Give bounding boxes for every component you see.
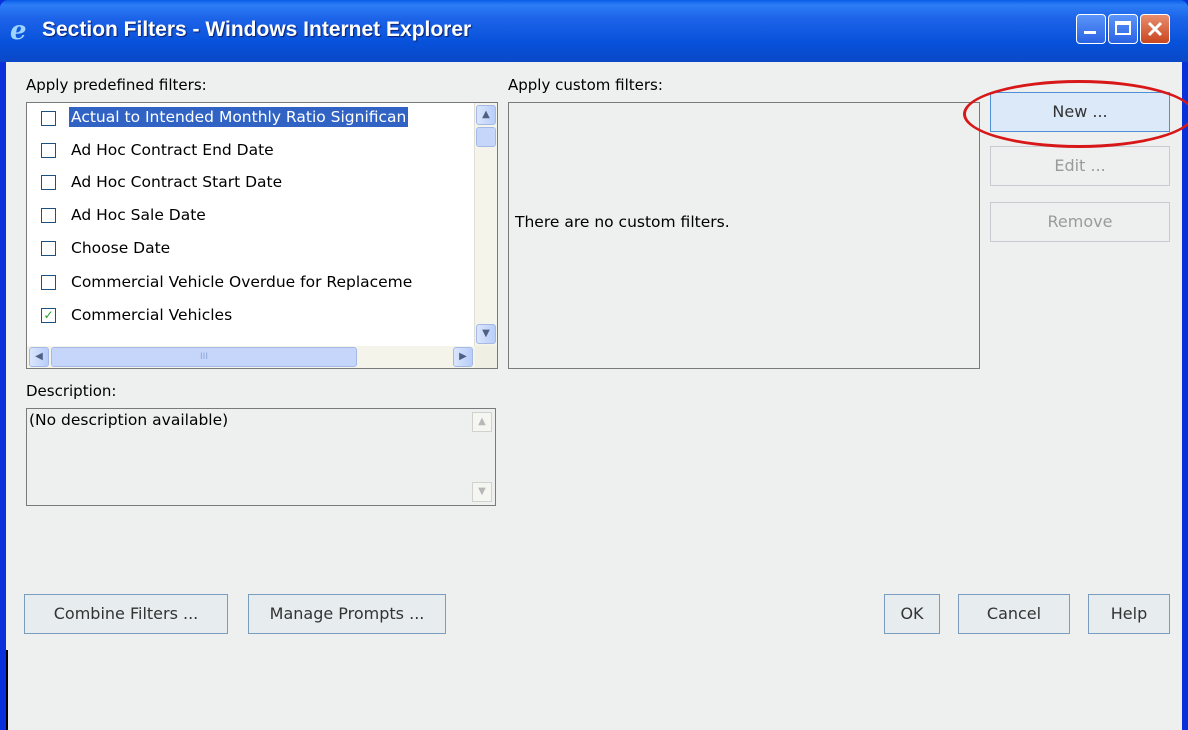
predefined-filters-list[interactable]: Actual to Intended Monthly Ratio Signifi…	[26, 102, 498, 369]
close-icon	[1147, 21, 1163, 37]
list-item[interactable]: ✓ Commercial Vehicles	[27, 300, 473, 332]
window-title: Section Filters - Windows Internet Explo…	[42, 18, 472, 41]
list-item[interactable]: Ad Hoc Sale Date	[27, 200, 473, 232]
scroll-up-icon[interactable]: ▲	[476, 105, 496, 125]
list-item[interactable]: Ad Hoc Contract Start Date	[27, 167, 473, 199]
vertical-scrollbar[interactable]: ▲ ▼	[474, 103, 497, 346]
predefined-filters-label: Apply predefined filters:	[26, 76, 207, 94]
minimize-button[interactable]	[1076, 14, 1106, 44]
close-button[interactable]	[1140, 14, 1170, 44]
list-item[interactable]: Choose Date	[27, 233, 473, 265]
list-item[interactable]: Commercial Vehicle Overdue for Replaceme	[27, 267, 473, 299]
checkbox[interactable]	[41, 208, 56, 223]
custom-filters-label: Apply custom filters:	[508, 76, 663, 94]
empty-custom-filters-message: There are no custom filters.	[515, 213, 730, 231]
window-edge	[6, 650, 8, 730]
list-item-label: Ad Hoc Sale Date	[71, 206, 206, 224]
remove-filter-button[interactable]: Remove	[990, 202, 1170, 242]
checkbox[interactable]	[41, 175, 56, 190]
list-item[interactable]: Ad Hoc Contract End Date	[27, 135, 473, 167]
custom-filters-list[interactable]: There are no custom filters.	[508, 102, 980, 369]
list-item-label: Actual to Intended Monthly Ratio Signifi…	[69, 107, 409, 127]
description-box: (No description available) ▲ ▼	[26, 408, 496, 506]
help-button[interactable]: Help	[1088, 594, 1170, 634]
checkbox[interactable]	[41, 143, 56, 158]
highlight-annotation	[963, 80, 1188, 148]
dialog-body: Apply predefined filters: Actual to Inte…	[6, 62, 1182, 730]
manage-prompts-button[interactable]: Manage Prompts ...	[248, 594, 446, 634]
title-bar[interactable]: e Section Filters - Windows Internet Exp…	[0, 0, 1188, 62]
scroll-down-icon: ▼	[472, 482, 492, 502]
scroll-thumb-vertical[interactable]	[476, 127, 496, 147]
scrollbar-corner	[475, 346, 497, 368]
scroll-thumb-horizontal[interactable]: III	[51, 347, 357, 367]
list-item[interactable]: Actual to Intended Monthly Ratio Signifi…	[27, 103, 473, 135]
description-scrollbar: ▲ ▼	[472, 412, 492, 502]
maximize-button[interactable]	[1108, 14, 1138, 44]
description-text: (No description available)	[29, 411, 229, 429]
minimize-icon	[1084, 31, 1096, 34]
maximize-icon	[1115, 21, 1131, 35]
checkbox-checked[interactable]: ✓	[41, 308, 56, 323]
combine-filters-button[interactable]: Combine Filters ...	[24, 594, 228, 634]
list-item-label: Commercial Vehicle Overdue for Replaceme	[71, 273, 413, 291]
scroll-right-icon[interactable]: ▶	[453, 347, 473, 367]
scroll-left-icon[interactable]: ◀	[29, 347, 49, 367]
edit-filter-button[interactable]: Edit ...	[990, 146, 1170, 186]
list-item-label: Ad Hoc Contract Start Date	[71, 173, 283, 191]
ie-icon: e	[10, 16, 27, 46]
scroll-down-icon[interactable]: ▼	[476, 324, 496, 344]
ok-button[interactable]: OK	[884, 594, 940, 634]
checkbox[interactable]	[41, 241, 56, 256]
checkbox[interactable]	[41, 111, 56, 126]
checkbox[interactable]	[41, 275, 56, 290]
list-item-label: Choose Date	[71, 239, 171, 257]
scroll-up-icon: ▲	[472, 412, 492, 432]
list-item-label: Ad Hoc Contract End Date	[71, 141, 274, 159]
description-label: Description:	[26, 382, 117, 400]
cancel-button[interactable]: Cancel	[958, 594, 1070, 634]
horizontal-scrollbar[interactable]: ◀ III ▶	[27, 346, 477, 368]
list-item-label: Commercial Vehicles	[71, 306, 233, 324]
